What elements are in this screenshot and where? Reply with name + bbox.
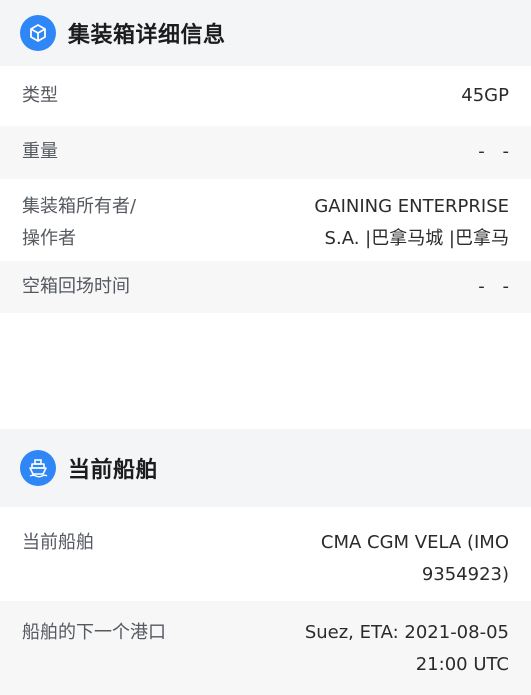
current-vessel-value: CMA CGM VELA (IMO 9354923) [321, 527, 509, 591]
empty-return-label: 空箱回场时间 [22, 276, 130, 297]
container-weight-row: 重量 - - [0, 126, 531, 179]
vessel-section: 当前船舶 当前船舶 CMA CGM VELA (IMO 9354923) 船舶的… [0, 429, 531, 695]
container-type-label: 类型 [22, 85, 58, 106]
vessel-section-title: 当前船舶 [68, 458, 159, 483]
next-port-value-line2: 21:00 UTC [415, 654, 509, 675]
current-vessel-label: 当前船舶 [22, 532, 94, 553]
container-owner-label: 集装箱所有者/ 操作者 [22, 191, 136, 255]
container-owner-value-line2: S.A. |巴拿马城 |巴拿马 [324, 228, 509, 249]
container-section-title: 集装箱详细信息 [68, 23, 226, 48]
next-port-label: 船舶的下一个港口 [22, 622, 166, 643]
empty-return-value: - - [478, 276, 515, 297]
container-section-header: 集装箱详细信息 [0, 0, 531, 66]
container-owner-row: 集装箱所有者/ 操作者 GAINING ENTERPRISE S.A. |巴拿马… [0, 179, 531, 261]
next-port-value: Suez, ETA: 2021-08-05 21:00 UTC [305, 617, 509, 681]
current-vessel-value-line2: 9354923) [421, 564, 509, 585]
empty-return-row: 空箱回场时间 - - [0, 261, 531, 313]
ship-icon [20, 450, 56, 486]
container-type-row: 类型 45GP [0, 66, 531, 126]
container-owner-label-line2: 操作者 [22, 228, 76, 249]
container-box-icon [20, 15, 56, 51]
section-spacer [0, 313, 531, 429]
container-owner-label-line1: 集装箱所有者/ [22, 196, 137, 217]
vessel-section-header: 当前船舶 [0, 429, 531, 507]
container-type-value: 45GP [461, 85, 509, 106]
container-weight-value: - - [478, 141, 515, 162]
next-port-row: 船舶的下一个港口 Suez, ETA: 2021-08-05 21:00 UTC [0, 601, 531, 695]
current-vessel-value-line1: CMA CGM VELA (IMO [320, 532, 509, 553]
container-weight-label: 重量 [22, 141, 58, 162]
current-vessel-row: 当前船舶 CMA CGM VELA (IMO 9354923) [0, 507, 531, 601]
container-owner-value: GAINING ENTERPRISE S.A. |巴拿马城 |巴拿马 [314, 191, 509, 255]
container-owner-value-line1: GAINING ENTERPRISE [314, 196, 509, 217]
next-port-value-line1: Suez, ETA: 2021-08-05 [304, 622, 509, 643]
container-details-section: 集装箱详细信息 类型 45GP 重量 - - 集装箱所有者/ 操作者 GAINI… [0, 0, 531, 429]
